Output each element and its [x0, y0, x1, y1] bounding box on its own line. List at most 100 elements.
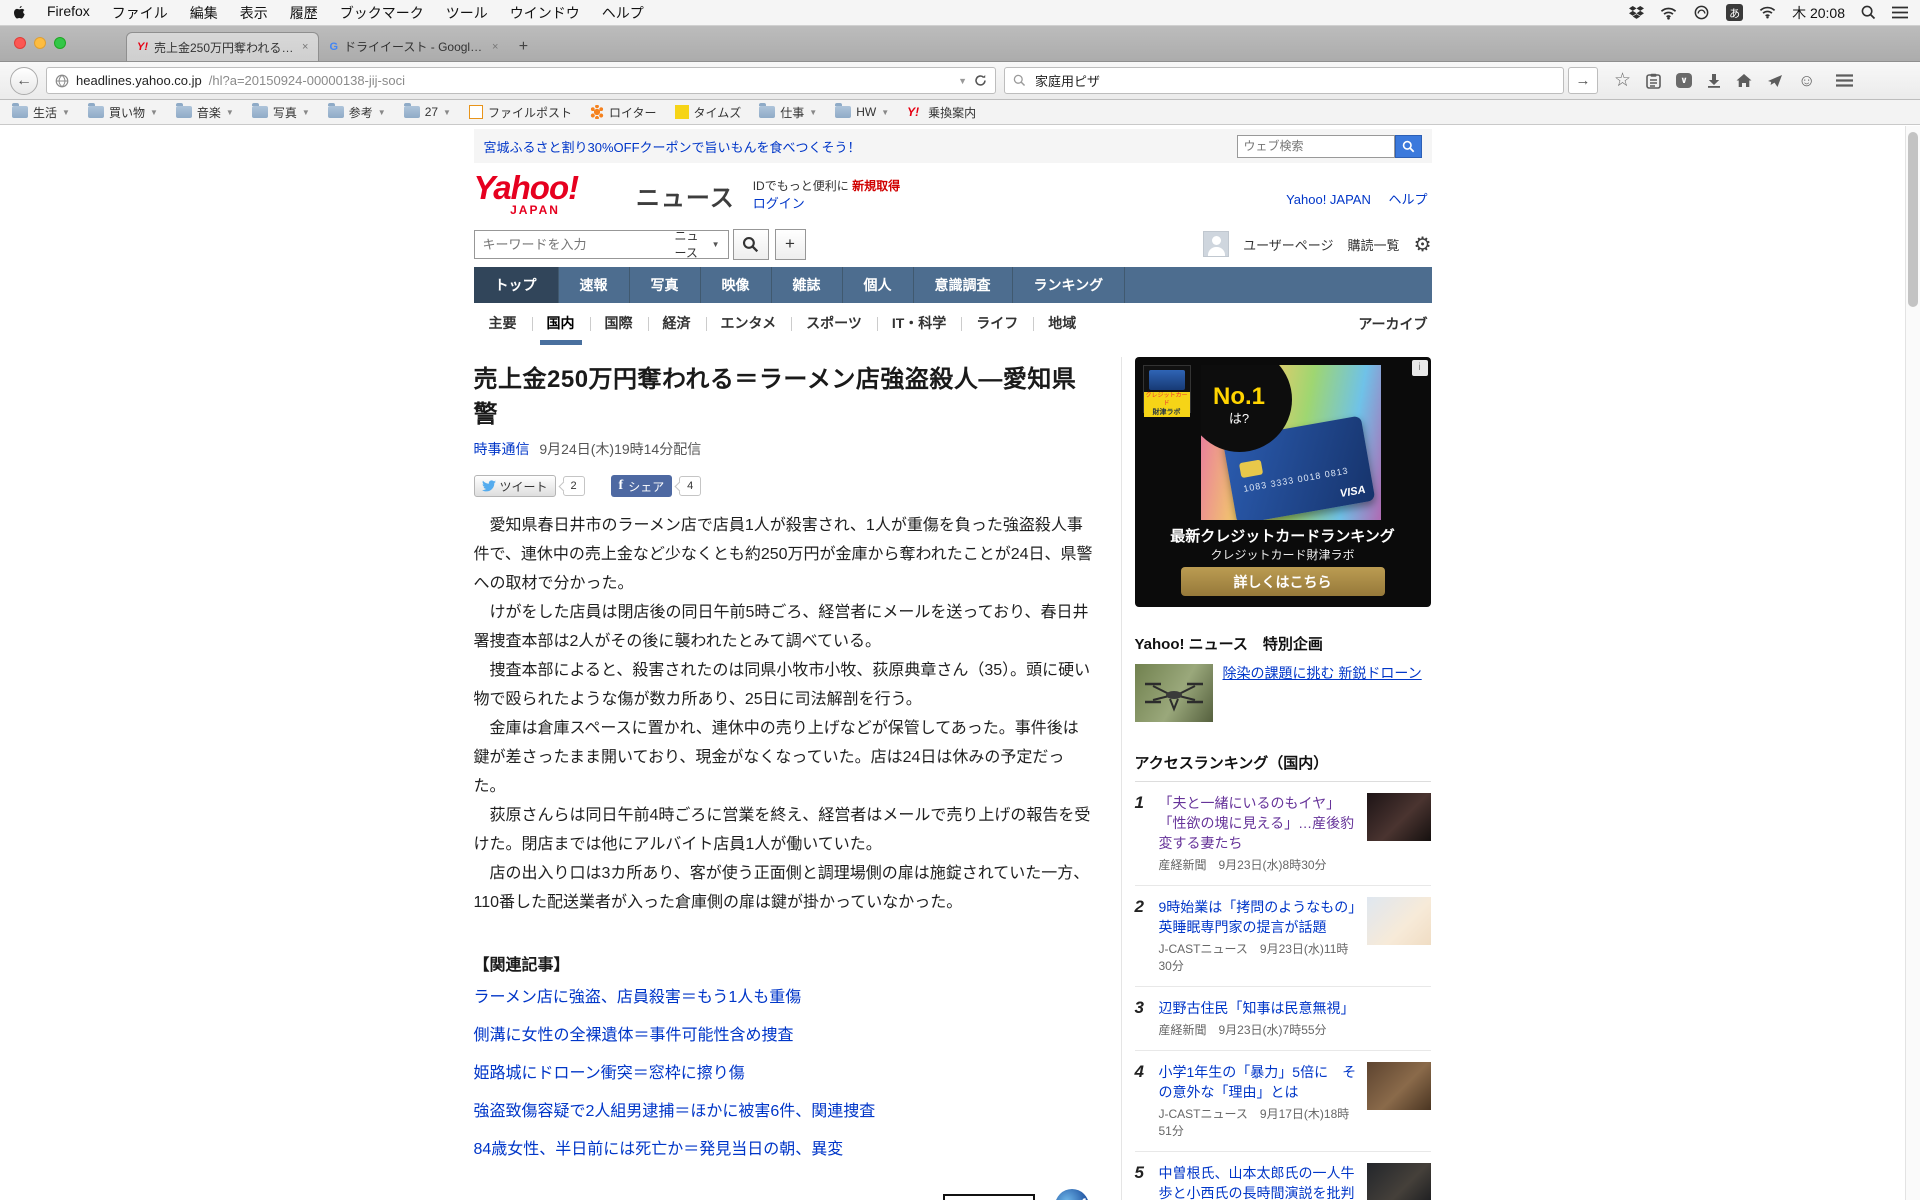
menubar-clock[interactable]: 木 20:08: [1792, 3, 1845, 23]
pocket-icon[interactable]: ∨: [1676, 73, 1693, 88]
subnav-tab[interactable]: IT・科学: [876, 303, 961, 345]
nav-tab[interactable]: 雑誌: [772, 267, 843, 303]
back-button[interactable]: ←: [10, 66, 38, 95]
menu-item[interactable]: ブックマーク: [329, 3, 435, 23]
dropbox-icon[interactable]: [1629, 5, 1645, 20]
menu-item[interactable]: 編集: [179, 3, 229, 23]
promo-link[interactable]: 宮城ふるさと割り30%OFFクーポンで旨いもんを食べつくそう！: [484, 137, 861, 156]
web-search-button[interactable]: [1394, 134, 1422, 158]
add-button[interactable]: +: [774, 228, 806, 260]
nav-tab[interactable]: 意識調査: [914, 267, 1013, 303]
url-dropdown-icon[interactable]: ▼: [958, 76, 967, 86]
web-search-input[interactable]: [1236, 134, 1395, 158]
ranking-link[interactable]: 小学1年生の「暴力」5倍に その意外な「理由」とは: [1159, 1062, 1359, 1102]
bookmark-star-icon[interactable]: ☆: [1614, 69, 1631, 92]
input-method-icon[interactable]: あ: [1726, 4, 1744, 21]
apple-icon[interactable]: [12, 5, 26, 21]
ad-banner[interactable]: i クレジットカード 財津ラボ 1083 3333 0018 0813 VISA…: [1134, 357, 1431, 607]
ranking-link[interactable]: 「夫と一緒にいるのもイヤ」「性欲の塊に見える」…産後豹変する妻たち: [1159, 793, 1359, 853]
menu-item[interactable]: ツール: [435, 3, 499, 23]
window-zoom-button[interactable]: [54, 37, 66, 49]
page-scrollbar[interactable]: [1905, 126, 1920, 1200]
download-icon[interactable]: [1707, 73, 1721, 88]
news-search-input[interactable]: [474, 236, 667, 252]
yahoo-japan-link[interactable]: Yahoo! JAPAN: [1286, 192, 1371, 207]
browser-search-bar[interactable]: [1004, 67, 1564, 94]
related-link[interactable]: 強盗致傷容疑で2人組男逮捕＝ほかに被害6件、関連捜査: [474, 1093, 1095, 1131]
bookmark-item[interactable]: 写真 ▼: [251, 103, 310, 121]
news-search-button[interactable]: [732, 228, 769, 260]
home-icon[interactable]: [1736, 73, 1752, 88]
share-plane-icon[interactable]: [1767, 73, 1783, 88]
wifi-icon[interactable]: [1759, 6, 1776, 19]
menu-item[interactable]: 履歴: [279, 3, 329, 23]
source-link[interactable]: 時事通信: [474, 441, 530, 457]
reload-icon[interactable]: [974, 74, 987, 87]
new-tab-button[interactable]: +: [508, 32, 538, 61]
nav-tab[interactable]: ランキング: [1013, 267, 1126, 303]
jijicom-logo[interactable]: jijicom http://www.jiji.com: [943, 1193, 1036, 1200]
nav-tab[interactable]: 映像: [701, 267, 772, 303]
related-link[interactable]: 84歳女性、半日前には死亡か＝発見当日の朝、異変: [474, 1131, 1095, 1169]
search-category-dropdown[interactable]: ニュース ▼: [667, 227, 728, 261]
tweet-button[interactable]: ツイート: [473, 475, 556, 497]
subnav-tab[interactable]: スポーツ: [791, 303, 877, 345]
bookmark-item[interactable]: ファイルポスト: [468, 104, 572, 121]
window-close-button[interactable]: [14, 37, 26, 49]
bookmark-item[interactable]: タイムズ: [674, 104, 741, 121]
avatar[interactable]: [1203, 231, 1230, 257]
menu-item[interactable]: 表示: [229, 3, 279, 23]
menu-item[interactable]: Firefox: [36, 3, 101, 23]
special-feature-link[interactable]: 除染の課題に挑む 新鋭ドローン: [1223, 664, 1422, 722]
related-link[interactable]: ラーメン店に強盗、店員殺害＝もう1人も重傷: [474, 979, 1095, 1017]
subscriptions-link[interactable]: 購読一覧: [1348, 235, 1400, 254]
hamburger-menu-icon[interactable]: [1836, 74, 1854, 87]
gear-icon[interactable]: ⚙: [1414, 232, 1432, 257]
tab-close-icon[interactable]: ×: [492, 41, 498, 53]
go-arrow-button[interactable]: →: [1568, 67, 1598, 94]
nav-tab[interactable]: 速報: [559, 267, 630, 303]
tab-active[interactable]: Y! 売上金250万円奪われる＝ラ... ×: [126, 32, 320, 61]
facebook-share-button[interactable]: f シェア: [610, 475, 673, 497]
nav-tab[interactable]: 個人: [843, 267, 914, 303]
subnav-tab[interactable]: 地域: [1033, 303, 1091, 345]
bookmark-item[interactable]: ロイター: [589, 104, 657, 121]
nav-tab[interactable]: トップ: [473, 267, 559, 303]
menu-item[interactable]: ヘルプ: [591, 3, 655, 23]
subnav-tab[interactable]: ライフ: [961, 303, 1033, 345]
register-link[interactable]: 新規取得: [852, 179, 900, 193]
subnav-tab[interactable]: 国際: [589, 303, 648, 345]
url-bar[interactable]: headlines.yahoo.co.jp/hl?a=20150924-0000…: [46, 67, 996, 94]
subnav-tab[interactable]: 主要: [474, 303, 532, 345]
menu-item[interactable]: ウインドウ: [499, 3, 591, 23]
menu-item[interactable]: ファイル: [101, 3, 179, 23]
bookmark-item[interactable]: 買い物 ▼: [87, 103, 158, 121]
tab-inactive[interactable]: G ドライイースト - Google 検索 ×: [319, 32, 508, 61]
tab-close-icon[interactable]: ×: [302, 41, 308, 53]
news-search-box[interactable]: ニュース▼: [473, 227, 729, 261]
help-link[interactable]: ヘルプ: [1388, 192, 1427, 207]
bookmark-item[interactable]: 生活 ▼: [12, 103, 70, 121]
ranking-link[interactable]: 中曽根氏、山本太郎氏の一人牛歩と小西氏の長時間演説を批判「パフォーマンス」「情け…: [1159, 1163, 1359, 1200]
reader-list-icon[interactable]: [1646, 73, 1661, 89]
subnav-tab[interactable]: 経済: [647, 303, 706, 345]
creative-cloud-icon[interactable]: [1693, 5, 1710, 20]
bookmark-item[interactable]: 27 ▼: [403, 103, 451, 119]
archive-link[interactable]: アーカイブ: [1358, 314, 1431, 334]
bookmark-item[interactable]: 仕事 ▼: [759, 103, 817, 121]
subnav-tab[interactable]: 国内: [531, 303, 590, 345]
spotlight-icon[interactable]: [1861, 5, 1876, 20]
jiji-press-logo[interactable]: 時事通信社: [1049, 1189, 1094, 1200]
ad-cta-button[interactable]: 詳しくはこちら: [1180, 567, 1385, 596]
window-minimize-button[interactable]: [34, 37, 46, 49]
related-link[interactable]: 姫路城にドローン衝突＝窓枠に擦り傷: [474, 1055, 1095, 1093]
ranking-link[interactable]: 9時始業は「拷問のようなもの」 英睡眠専門家の提言が話題: [1159, 897, 1370, 937]
yahoo-logo[interactable]: Yahoo! JAPAN: [474, 171, 580, 217]
bookmark-item[interactable]: 音楽 ▼: [175, 103, 234, 121]
login-link[interactable]: ログイン: [753, 196, 805, 211]
scrollbar-thumb[interactable]: [1908, 132, 1918, 307]
adchoices-icon[interactable]: i: [1411, 360, 1428, 376]
related-link[interactable]: 側溝に女性の全裸遺体＝事件可能性含め捜査: [474, 1017, 1095, 1055]
bookmark-item[interactable]: HW ▼: [835, 103, 889, 119]
bookmark-item[interactable]: 参考 ▼: [327, 103, 386, 121]
